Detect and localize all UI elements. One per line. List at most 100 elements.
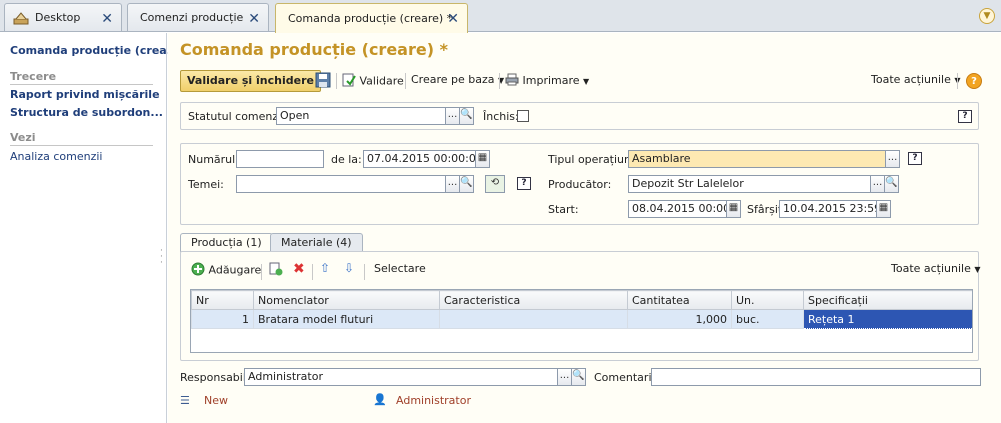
producer-field[interactable]: Depozit Str Lalelelor <box>628 175 871 193</box>
column-header[interactable]: Specificații <box>803 290 972 310</box>
tab-comanda-productie-creare[interactable]: Comanda producție (creare) * ✕ <box>275 3 468 33</box>
close-icon[interactable]: ✕ <box>248 11 260 27</box>
number-field[interactable] <box>236 150 324 168</box>
select-button[interactable]: Selectare <box>374 262 426 275</box>
main-form: Comanda producție (creare) * Validare și… <box>168 33 1001 423</box>
column-header[interactable]: Nr <box>191 290 254 310</box>
grid-all-actions-button[interactable]: Toate acțiunile ▼ <box>891 262 981 275</box>
all-actions-label: Toate acțiunile <box>871 73 951 86</box>
start-date-field[interactable]: 08.04.2015 00:00:0 <box>628 200 727 218</box>
calendar-icon[interactable]: ▦ <box>726 200 741 218</box>
toolbar-separator <box>261 264 262 280</box>
question-help-icon[interactable]: ? <box>908 152 922 165</box>
print-button[interactable]: Imprimare ▼ <box>505 73 589 89</box>
save-and-close-button[interactable]: Validare și închidere <box>180 70 321 92</box>
sidebar-item-analiza-comenzii[interactable]: Analiza comenzii <box>10 150 102 163</box>
save-icon[interactable] <box>315 72 331 91</box>
topic-label: Temei: <box>188 178 224 191</box>
create-based-on-button[interactable]: Creare pe baza ▼ <box>411 73 504 86</box>
start-label: Start: <box>548 203 579 216</box>
tab-desktop[interactable]: Desktop ✕ <box>4 3 122 31</box>
sidebar-form-link[interactable]: Comanda producție (crea... <box>10 44 179 57</box>
cell-specificatii[interactable]: Rețeta 1 <box>803 309 972 329</box>
comment-field[interactable] <box>651 368 981 386</box>
ellipsis-button[interactable]: ... <box>885 150 900 168</box>
ellipsis-button[interactable]: ... <box>557 368 572 386</box>
column-header[interactable]: Cantitatea <box>627 290 732 310</box>
search-icon[interactable]: 🔍 <box>459 175 474 193</box>
cell-nr[interactable]: 1 <box>191 309 254 329</box>
closed-checkbox[interactable] <box>517 110 529 122</box>
document-status-label: New <box>204 394 228 407</box>
sidebar-group-trecere: Trecere <box>10 70 153 85</box>
sidebar-item-raport-miscari[interactable]: Raport privind mișcările <box>10 88 160 101</box>
end-date-field[interactable]: 10.04.2015 23:59:5 <box>779 200 877 218</box>
producer-label: Producător: <box>548 178 612 191</box>
tab-productie[interactable]: Producția (1) <box>180 233 273 252</box>
calendar-icon[interactable]: ▦ <box>876 200 891 218</box>
sidebar-item-structura-subordonare[interactable]: Structura de subordon... <box>10 106 163 119</box>
operation-type-label: Tipul operațiunii: <box>548 153 641 166</box>
ellipsis-button[interactable]: ... <box>445 107 460 125</box>
ellipsis-button[interactable]: ... <box>445 175 460 193</box>
status-panel: Statutul comenzii: Open ... 🔍 Închis: ? <box>180 102 979 130</box>
move-up-icon[interactable]: ⇧ <box>320 261 330 275</box>
ellipsis-button[interactable]: ... <box>870 175 885 193</box>
add-row-button[interactable]: Adăugare <box>191 262 261 279</box>
number-label: Numărul: <box>188 153 239 166</box>
tab-menu-chevron-icon[interactable]: ▼ <box>979 8 995 24</box>
date-field[interactable]: 07.04.2015 00:00:00 <box>363 150 476 168</box>
table-header-row: Nr Nomenclator Caracteristica Cantitatea… <box>191 290 972 310</box>
operation-type-field[interactable]: Asamblare <box>628 150 886 168</box>
column-header[interactable]: Un. <box>731 290 804 310</box>
tab-materiale[interactable]: Materiale (4) <box>270 233 363 251</box>
validate-button[interactable]: Validare <box>342 73 404 90</box>
all-actions-label: Toate acțiunile <box>891 262 971 275</box>
cell-nomenclator[interactable]: Bratara model fluturi <box>253 309 440 329</box>
search-icon[interactable]: 🔍 <box>571 368 586 386</box>
table-row[interactable]: 1 Bratara model fluturi 1,000 buc. Rețet… <box>191 309 972 329</box>
question-help-icon[interactable]: ? <box>958 110 972 123</box>
close-icon[interactable]: ✕ <box>101 11 113 27</box>
closed-label: Închis: <box>483 110 519 123</box>
validate-label: Validare <box>359 74 404 88</box>
toolbar-separator <box>957 73 958 89</box>
search-icon[interactable]: 🔍 <box>884 175 899 193</box>
splitter-handle[interactable]: · · · <box>160 247 164 268</box>
tab-comenzi-productie[interactable]: Comenzi producție ✕ <box>127 3 269 31</box>
column-header[interactable]: Nomenclator <box>253 290 440 310</box>
column-header[interactable]: Caracteristica <box>439 290 628 310</box>
toolbar-separator <box>336 73 337 89</box>
cell-cantitatea[interactable]: 1,000 <box>627 309 732 329</box>
status-field[interactable]: Open <box>276 107 446 125</box>
topic-field[interactable] <box>236 175 446 193</box>
help-icon[interactable]: ? <box>966 73 982 89</box>
form-toolbar: Validare și închidere Validare Creare pe… <box>180 70 988 92</box>
delete-row-icon[interactable]: ✖ <box>293 261 305 277</box>
copy-row-icon[interactable] <box>269 262 283 279</box>
all-actions-button[interactable]: Toate acțiunile ▼ <box>871 73 961 86</box>
close-icon[interactable]: ✕ <box>447 11 459 27</box>
cell-caracteristica[interactable] <box>439 309 628 329</box>
tab-label: Comanda producție (creare) * <box>288 12 453 25</box>
fill-from-base-icon[interactable]: ⟲ <box>485 175 505 193</box>
dropdown-arrow-icon: ▼ <box>974 265 981 274</box>
tab-label: Comenzi producție <box>140 11 244 24</box>
question-help-icon[interactable]: ? <box>517 177 531 190</box>
dropdown-arrow-icon: ▼ <box>583 77 590 86</box>
status-label: Statutul comenzii: <box>188 110 288 123</box>
cell-un[interactable]: buc. <box>731 309 804 329</box>
desktop-icon <box>13 11 29 25</box>
move-down-icon[interactable]: ⇩ <box>344 261 354 275</box>
responsible-label: Responsabil: <box>180 371 250 384</box>
tab-bar: Desktop ✕ Comenzi producție ✕ Comanda pr… <box>0 0 1001 33</box>
responsible-field[interactable]: Administrator <box>244 368 558 386</box>
user-icon: 👤 <box>373 393 387 406</box>
create-based-on-label: Creare pe baza <box>411 73 495 86</box>
print-label: Imprimare <box>522 74 580 87</box>
author-label: Administrator <box>396 394 471 407</box>
toolbar-separator <box>499 73 500 89</box>
calendar-icon[interactable]: ▦ <box>475 150 490 168</box>
search-icon[interactable]: 🔍 <box>459 107 474 125</box>
page-title: Comanda producție (creare) * <box>180 40 448 59</box>
